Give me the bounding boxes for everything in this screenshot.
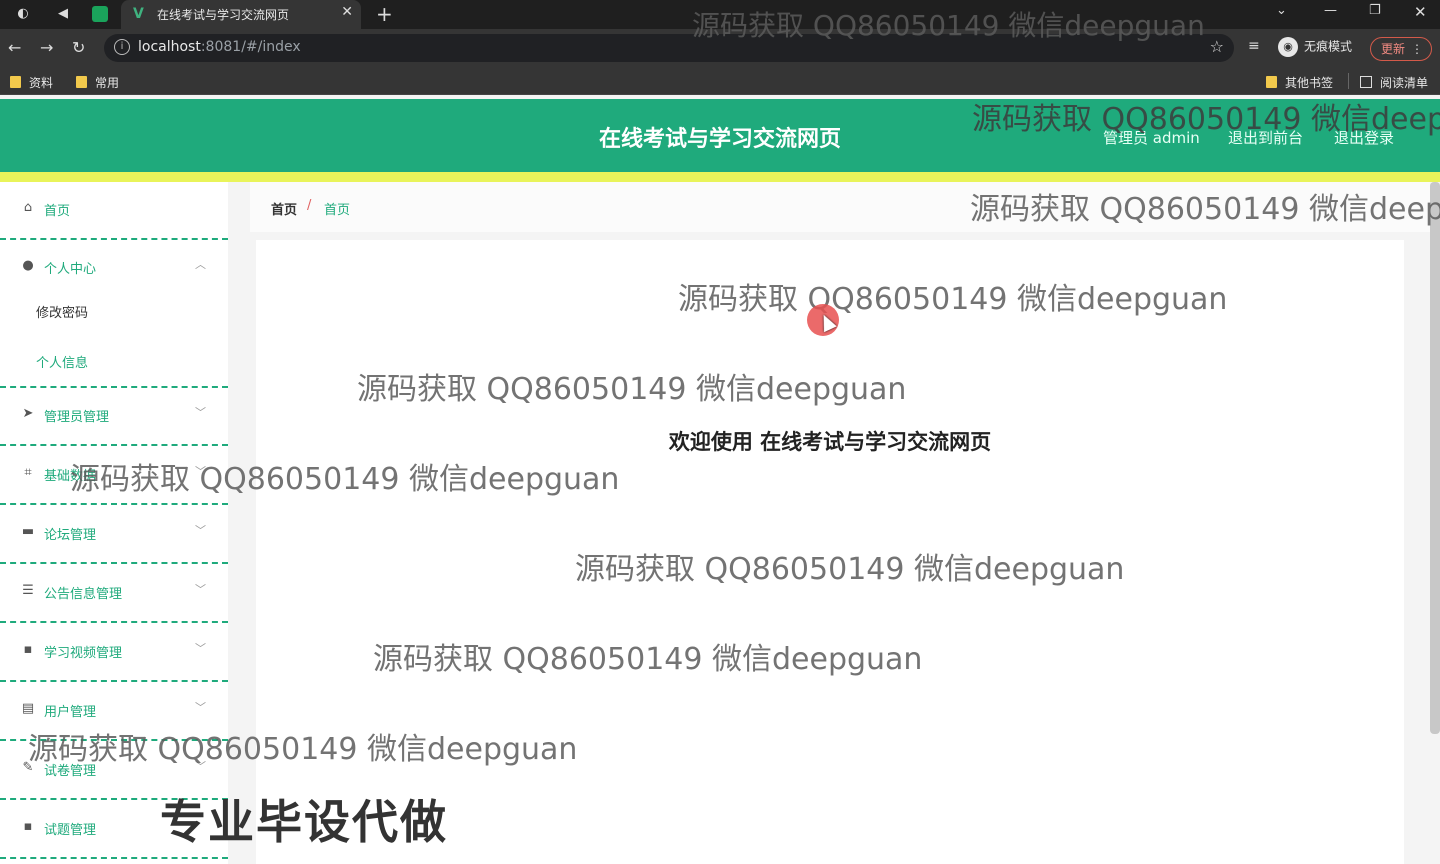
- url-text: localhost:8081/#/index: [138, 39, 301, 55]
- sidebar-item-label: 用户管理: [44, 705, 97, 720]
- sidebar-item-notice[interactable]: ☰ 公告信息管理 ﹀: [0, 565, 228, 623]
- chevron-up-icon: ︿: [195, 258, 206, 271]
- restore-icon[interactable]: ❐: [1369, 3, 1381, 18]
- watermark: 源码获取 QQ86050149 微信deepguan: [678, 282, 1228, 317]
- bookmark-label: 其他书签: [1285, 76, 1334, 90]
- chevron-down-icon: ﹀: [195, 701, 206, 714]
- sidebar-subitem-change-password[interactable]: 修改密码: [0, 286, 228, 336]
- breadcrumb-separator: /: [307, 198, 312, 213]
- incognito-indicator[interactable]: ◉ 无痕模式: [1278, 37, 1352, 59]
- sidebar-subitem-label: 修改密码: [36, 306, 89, 321]
- breadcrumb-home[interactable]: 首页: [271, 199, 297, 218]
- chevron-down-icon: ﹀: [195, 406, 206, 419]
- bookmark-star-icon[interactable]: ☆: [1210, 37, 1224, 56]
- sidebar-item-label: 管理员管理: [44, 410, 110, 425]
- user-icon: ●: [22, 258, 34, 273]
- chat-icon: ▪: [23, 642, 33, 657]
- sidebar-item-home[interactable]: ⌂ 首页: [0, 182, 228, 240]
- update-label: 更新: [1381, 42, 1406, 56]
- folder-icon: [10, 76, 21, 88]
- welcome-text: 欢迎使用 在线考试与学习交流网页: [668, 430, 992, 454]
- watermark: 源码获取 QQ86050149 微信deepguan: [373, 642, 923, 677]
- sidebar-subitem-label: 个人信息: [36, 356, 89, 371]
- bookmark-folder[interactable]: 常用: [76, 74, 119, 91]
- breadcrumb-current: 首页: [324, 203, 351, 218]
- chevron-down-icon: ﹀: [195, 583, 206, 596]
- crop-icon: ⌗: [24, 465, 32, 480]
- tab-active[interactable]: V 在线考试与学习交流网页 ✕: [121, 0, 361, 29]
- sidebar-item-label: 试题管理: [44, 823, 97, 838]
- browser-menu-icon[interactable]: ◐: [14, 5, 32, 23]
- sidebar-subitem-profile[interactable]: 个人信息: [0, 336, 228, 388]
- more-icon[interactable]: ⋮: [1411, 38, 1423, 60]
- other-bookmarks[interactable]: 其他书签: [1266, 74, 1333, 91]
- document-icon: ▤: [21, 701, 35, 716]
- watermark: 源码获取 QQ86050149 微信deepguan: [357, 372, 907, 407]
- incognito-label: 无痕模式: [1304, 39, 1353, 54]
- list-icon: ☰: [22, 583, 34, 598]
- watermark: 源码获取 QQ86050149 微信deepguan: [28, 732, 578, 767]
- close-window-icon[interactable]: ✕: [1414, 3, 1427, 21]
- chevron-down-icon: ﹀: [195, 642, 206, 655]
- bookmarks-bar: 资料 常用 其他书签 阅读清单: [0, 67, 1440, 95]
- bookmark-label: 阅读清单: [1380, 76, 1429, 90]
- sidebar-item-label: 首页: [44, 204, 71, 219]
- url-path: :8081/#/index: [200, 39, 301, 55]
- watermark: 源码获取 QQ86050149 微信deep: [972, 102, 1440, 137]
- sidebar-item-label: 公告信息管理: [44, 587, 123, 602]
- sidebar-item-forum[interactable]: ▬ 论坛管理 ﹀: [0, 506, 228, 564]
- folder-icon: [76, 76, 87, 88]
- home-icon: ⌂: [23, 200, 33, 215]
- sidebar-item-label: 个人中心: [44, 262, 97, 277]
- incognito-icon: ◉: [1278, 37, 1298, 57]
- folder-icon: [1266, 76, 1277, 88]
- page-scrollbar[interactable]: [1430, 182, 1440, 734]
- url-host: localhost: [138, 39, 201, 55]
- watermark: 源码获取 QQ86050149 微信deep: [970, 192, 1440, 227]
- forward-icon[interactable]: →: [40, 38, 53, 57]
- briefcase-icon: ▬: [21, 524, 35, 539]
- reading-list[interactable]: 阅读清单: [1360, 74, 1428, 91]
- bookmark-label: 资料: [29, 76, 54, 90]
- sidebar-item-video[interactable]: ▪ 学习视频管理 ﹀: [0, 624, 228, 682]
- bookmark-label: 常用: [95, 76, 120, 90]
- reload-icon[interactable]: ↻: [72, 38, 85, 57]
- site-title-text: 在线考试与学习交流网页: [598, 127, 841, 152]
- watermark: 源码获取 QQ86050149 微信deepguan: [575, 552, 1125, 587]
- bookmarks-divider: [1348, 73, 1349, 89]
- sidebar-item-label: 论坛管理: [44, 528, 97, 543]
- update-button[interactable]: 更新 ⋮: [1370, 37, 1432, 61]
- watermark: 源码获取 QQ86050149 微信deepguan: [692, 9, 1205, 42]
- back-icon[interactable]: ←: [8, 38, 21, 57]
- bookmark-folder[interactable]: 资料: [10, 74, 53, 91]
- send-icon: ➤: [22, 406, 34, 421]
- tab-search-icon[interactable]: ⌄: [1276, 3, 1287, 18]
- header-accent-bar: [0, 172, 1440, 182]
- tab-title: 在线考试与学习交流网页: [157, 8, 290, 22]
- reading-list-icon[interactable]: ≡: [1248, 38, 1260, 54]
- sidebar-item-admin-manage[interactable]: ➤ 管理员管理 ﹀: [0, 388, 228, 446]
- vue-favicon-icon: V: [133, 6, 144, 22]
- minimize-icon[interactable]: —: [1324, 3, 1337, 18]
- reading-list-icon: [1360, 76, 1372, 88]
- site-info-icon[interactable]: i: [114, 39, 130, 55]
- mute-icon[interactable]: ◀: [54, 5, 72, 23]
- close-tab-icon[interactable]: ✕: [341, 4, 353, 20]
- sidebar-item-label: 学习视频管理: [44, 646, 123, 661]
- chat-icon: ▪: [23, 819, 33, 834]
- chevron-down-icon: ﹀: [195, 524, 206, 537]
- watermark: 源码获取 QQ86050149 微信deepguan: [70, 462, 620, 497]
- promo-text: 专业毕设代做: [160, 795, 448, 849]
- app-tab-icon[interactable]: [92, 6, 108, 22]
- new-tab-icon[interactable]: +: [376, 2, 393, 26]
